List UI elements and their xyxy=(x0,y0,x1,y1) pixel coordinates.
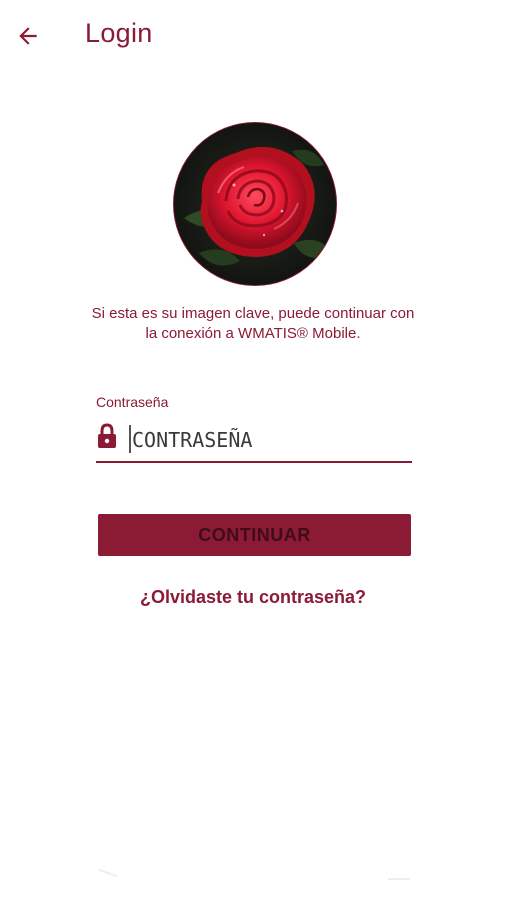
text-cursor xyxy=(129,425,131,453)
password-label: Contraseña xyxy=(96,394,169,410)
lock-icon xyxy=(98,423,116,448)
continue-button[interactable]: CONTINUAR xyxy=(98,514,411,556)
nav-recent-gesture[interactable] xyxy=(388,878,410,880)
page-title: Login xyxy=(85,18,153,48)
security-image xyxy=(173,122,337,286)
rose-image xyxy=(174,123,336,285)
nav-back-gesture[interactable] xyxy=(98,868,118,878)
forgot-password-link[interactable]: ¿Olvidaste tu contraseña? xyxy=(0,587,506,608)
app-header: Login xyxy=(0,0,506,72)
arrow-left-icon xyxy=(19,27,37,45)
system-nav-bar xyxy=(0,864,506,900)
password-underline xyxy=(96,461,412,463)
security-image-caption: Si esta es su imagen clave, puede contin… xyxy=(91,305,415,342)
login-screen: Login Si esta es su imagen clave, puede … xyxy=(0,0,506,900)
back-button[interactable] xyxy=(12,20,44,52)
password-input[interactable] xyxy=(128,424,412,456)
